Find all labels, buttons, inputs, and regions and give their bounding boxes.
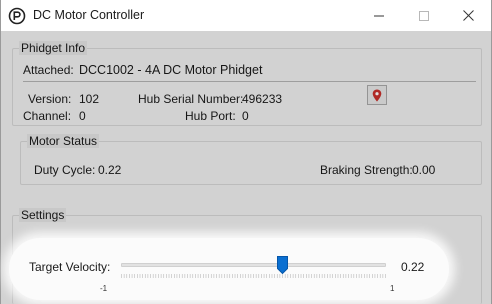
minimize-button[interactable] bbox=[356, 0, 401, 31]
version-value: 102 bbox=[79, 92, 100, 106]
duty-cycle-value: 0.22 bbox=[98, 163, 122, 177]
braking-strength-value: 0.00 bbox=[412, 163, 436, 177]
channel-value: 0 bbox=[79, 109, 86, 123]
target-velocity-slider-track[interactable] bbox=[121, 263, 386, 267]
maximize-icon bbox=[418, 10, 429, 21]
maximize-button[interactable] bbox=[401, 0, 446, 31]
hub-serial-value: 496233 bbox=[242, 92, 283, 106]
attached-value: DCC1002 - 4A DC Motor Phidget bbox=[79, 63, 263, 77]
info-divider bbox=[23, 81, 476, 82]
motor-status-title: Motor Status bbox=[27, 134, 100, 148]
close-button[interactable] bbox=[446, 0, 491, 31]
version-label: Version: bbox=[28, 92, 72, 106]
duty-cycle-label: Duty Cycle: bbox=[34, 163, 96, 177]
phidget-logo-icon bbox=[8, 7, 26, 25]
close-icon bbox=[463, 10, 474, 21]
minimize-icon bbox=[373, 15, 384, 16]
braking-strength-label: Braking Strength: bbox=[320, 163, 413, 177]
hub-port-value: 0 bbox=[242, 109, 249, 123]
target-velocity-label: Target Velocity: bbox=[29, 260, 111, 274]
channel-label: Channel: bbox=[23, 109, 72, 123]
title-bar[interactable]: DC Motor Controller bbox=[1, 0, 491, 31]
window-title: DC Motor Controller bbox=[33, 8, 145, 22]
target-velocity-value: 0.22 bbox=[401, 260, 425, 274]
hub-port-label: Hub Port: bbox=[185, 109, 236, 123]
hub-serial-label: Hub Serial Number: bbox=[138, 92, 244, 106]
locate-button[interactable] bbox=[367, 85, 387, 105]
slider-ticks bbox=[121, 274, 386, 278]
settings-title: Settings bbox=[19, 208, 67, 222]
target-velocity-slider-thumb[interactable] bbox=[277, 256, 289, 274]
attached-label: Attached: bbox=[23, 63, 74, 77]
map-pin-icon bbox=[372, 89, 382, 101]
slider-max-label: 1 bbox=[390, 284, 395, 293]
phidget-info-title: Phidget Info bbox=[19, 41, 88, 55]
slider-min-label: -1 bbox=[100, 284, 108, 293]
dc-motor-controller-window: DC Motor Controller Phidget Info Attache… bbox=[0, 0, 492, 304]
